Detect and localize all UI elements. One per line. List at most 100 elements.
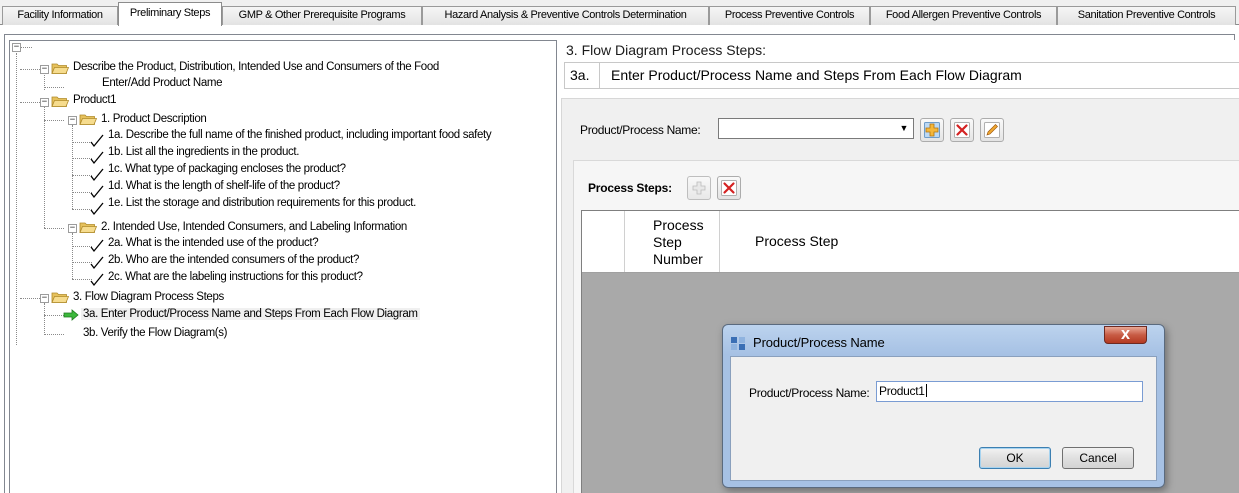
header-line: Process (653, 217, 704, 233)
tree-connector (44, 315, 64, 316)
tree-connector (20, 47, 32, 48)
tree-connector (44, 303, 45, 335)
folder-open-icon (51, 96, 69, 107)
checkmark-icon (90, 134, 104, 148)
checkmark-icon (90, 202, 104, 216)
edit-product-button[interactable] (980, 118, 1004, 142)
product-name-input[interactable]: Product1 (876, 381, 1143, 402)
tree-item-label: 2a. What is the intended use of the prod… (108, 237, 319, 249)
tree-item-label: 3. Flow Diagram Process Steps (73, 291, 224, 303)
tree-connector (72, 246, 92, 247)
tree-item-1a[interactable]: 1a. Describe the full name of the finish… (108, 128, 492, 144)
step-header: 3a. Enter Product/Process Name and Steps… (564, 62, 1239, 89)
tree-item-flow-diagram[interactable]: 3. Flow Diagram Process Steps (73, 290, 224, 306)
plus-icon (692, 181, 706, 195)
ok-button[interactable]: OK (979, 447, 1051, 469)
tree-connector (16, 53, 17, 345)
step-title: Enter Product/Process Name and Steps Fro… (611, 67, 1022, 83)
tree-expander-icon[interactable]: − (40, 98, 49, 107)
tree-item-2a[interactable]: 2a. What is the intended use of the prod… (108, 236, 319, 252)
tree-connector (44, 107, 45, 228)
tab-process-preventive-controls[interactable]: Process Preventive Controls (709, 6, 870, 25)
grid-row-header (582, 211, 625, 272)
delete-product-button[interactable] (950, 118, 974, 142)
tree-item-label: 1. Product Description (101, 113, 207, 125)
tree-item-label: 1d. What is the length of shelf-life of … (108, 180, 340, 192)
cancel-button[interactable]: Cancel (1062, 447, 1134, 469)
tree-root-expander-icon[interactable]: − (12, 43, 21, 52)
checkmark-icon (90, 273, 104, 287)
tree-item-describe-product[interactable]: Describe the Product, Distribution, Inte… (73, 60, 439, 76)
delete-step-button[interactable] (717, 176, 741, 200)
dialog-body: Product/Process Name: Product1 OK Cancel (730, 356, 1157, 481)
tree-connector (72, 279, 92, 280)
tree-connector (72, 142, 92, 143)
grid-header: Process Step Number Process Step (582, 211, 1239, 273)
tree-connector (72, 192, 92, 193)
tree-connector (72, 125, 73, 209)
tree-connector (44, 334, 64, 335)
checkmark-icon (90, 168, 104, 182)
tree-connector (72, 233, 73, 279)
tab-food-allergen-preventive-controls[interactable]: Food Allergen Preventive Controls (870, 6, 1057, 25)
tree-item-label: Describe the Product, Distribution, Inte… (73, 61, 439, 73)
tree-item-product1[interactable]: Product1 (73, 93, 117, 109)
tree-connector (72, 262, 92, 263)
tree-item-label: 1e. List the storage and distribution re… (108, 197, 416, 209)
tree-item-enter-product-name[interactable]: Enter/Add Product Name (102, 76, 223, 92)
tree-expander-icon[interactable]: − (68, 116, 77, 125)
product-process-name-label: Product/Process Name: (580, 123, 701, 137)
header-line: Step (653, 234, 682, 250)
close-button[interactable]: X (1104, 326, 1147, 344)
tree-item-2c[interactable]: 2c. What are the labeling instructions f… (108, 270, 363, 286)
tree-connector (72, 158, 92, 159)
current-step-arrow-icon (63, 309, 79, 321)
tree-item-product-description[interactable]: 1. Product Description (101, 112, 207, 128)
tree-item-label: 1b. List all the ingredients in the prod… (108, 146, 300, 158)
navigation-tree[interactable]: − − Describe the Product, Distribution, … (9, 40, 557, 493)
tree-connector (44, 228, 64, 229)
tab-gmp-prerequisite-programs[interactable]: GMP & Other Prerequisite Programs (222, 6, 422, 25)
product-process-name-select[interactable]: ▼ (718, 118, 914, 139)
tree-connector (72, 209, 92, 210)
tab-preliminary-steps[interactable]: Preliminary Steps (118, 2, 222, 26)
process-steps-label: Process Steps: (588, 181, 672, 195)
tree-expander-icon[interactable]: − (40, 65, 49, 74)
tree-item-1d[interactable]: 1d. What is the length of shelf-life of … (108, 179, 340, 195)
column-header-process-step[interactable]: Process Step (755, 233, 838, 250)
tree-item-1b[interactable]: 1b. List all the ingredients in the prod… (108, 145, 299, 161)
step-number: 3a. (565, 63, 600, 88)
tree-connector (44, 87, 64, 88)
tree-item-label: 2. Intended Use, Intended Consumers, and… (101, 221, 407, 233)
delete-x-icon (954, 122, 970, 138)
tab-hazard-analysis[interactable]: Hazard Analysis & Preventive Controls De… (422, 6, 709, 25)
tree-expander-icon[interactable]: − (40, 294, 49, 303)
tree-item-intended-use[interactable]: 2. Intended Use, Intended Consumers, and… (101, 220, 407, 236)
add-step-button[interactable] (687, 176, 711, 200)
tree-item-label: 3b. Verify the Flow Diagram(s) (83, 327, 228, 339)
input-value: Product1 (879, 384, 925, 398)
add-product-button[interactable] (920, 118, 944, 142)
tree-item-label: 2b. Who are the intended consumers of th… (108, 254, 359, 266)
header-line: Number (653, 251, 703, 267)
tree-item-label: 3a. Enter Product/Process Name and Steps… (81, 308, 420, 320)
chevron-down-icon[interactable]: ▼ (896, 120, 912, 137)
tree-expander-icon[interactable]: − (68, 224, 77, 233)
tab-facility-information[interactable]: Facility Information (2, 6, 118, 25)
tree-item-1e[interactable]: 1e. List the storage and distribution re… (108, 196, 416, 212)
tree-item-1c[interactable]: 1c. What type of packaging encloses the … (108, 162, 346, 178)
dialog-field-label: Product/Process Name: (749, 386, 870, 400)
checkmark-icon (90, 151, 104, 165)
pencil-icon (984, 122, 1000, 138)
checkmark-icon (90, 239, 104, 253)
text-caret (925, 384, 927, 397)
tree-item-label: Enter/Add Product Name (102, 77, 223, 89)
tree-item-2b[interactable]: 2b. Who are the intended consumers of th… (108, 253, 359, 269)
tab-strip: Facility Information Preliminary Steps G… (0, 0, 1239, 26)
tab-sanitation-preventive-controls[interactable]: Sanitation Preventive Controls (1057, 6, 1236, 25)
tree-item-3b[interactable]: 3b. Verify the Flow Diagram(s) (83, 326, 228, 342)
dialog-title: Product/Process Name (753, 335, 885, 350)
folder-open-icon (79, 114, 97, 125)
column-header-process-step-number[interactable]: Process Step Number (625, 211, 720, 272)
tree-item-3a[interactable]: 3a. Enter Product/Process Name and Steps… (81, 307, 420, 323)
